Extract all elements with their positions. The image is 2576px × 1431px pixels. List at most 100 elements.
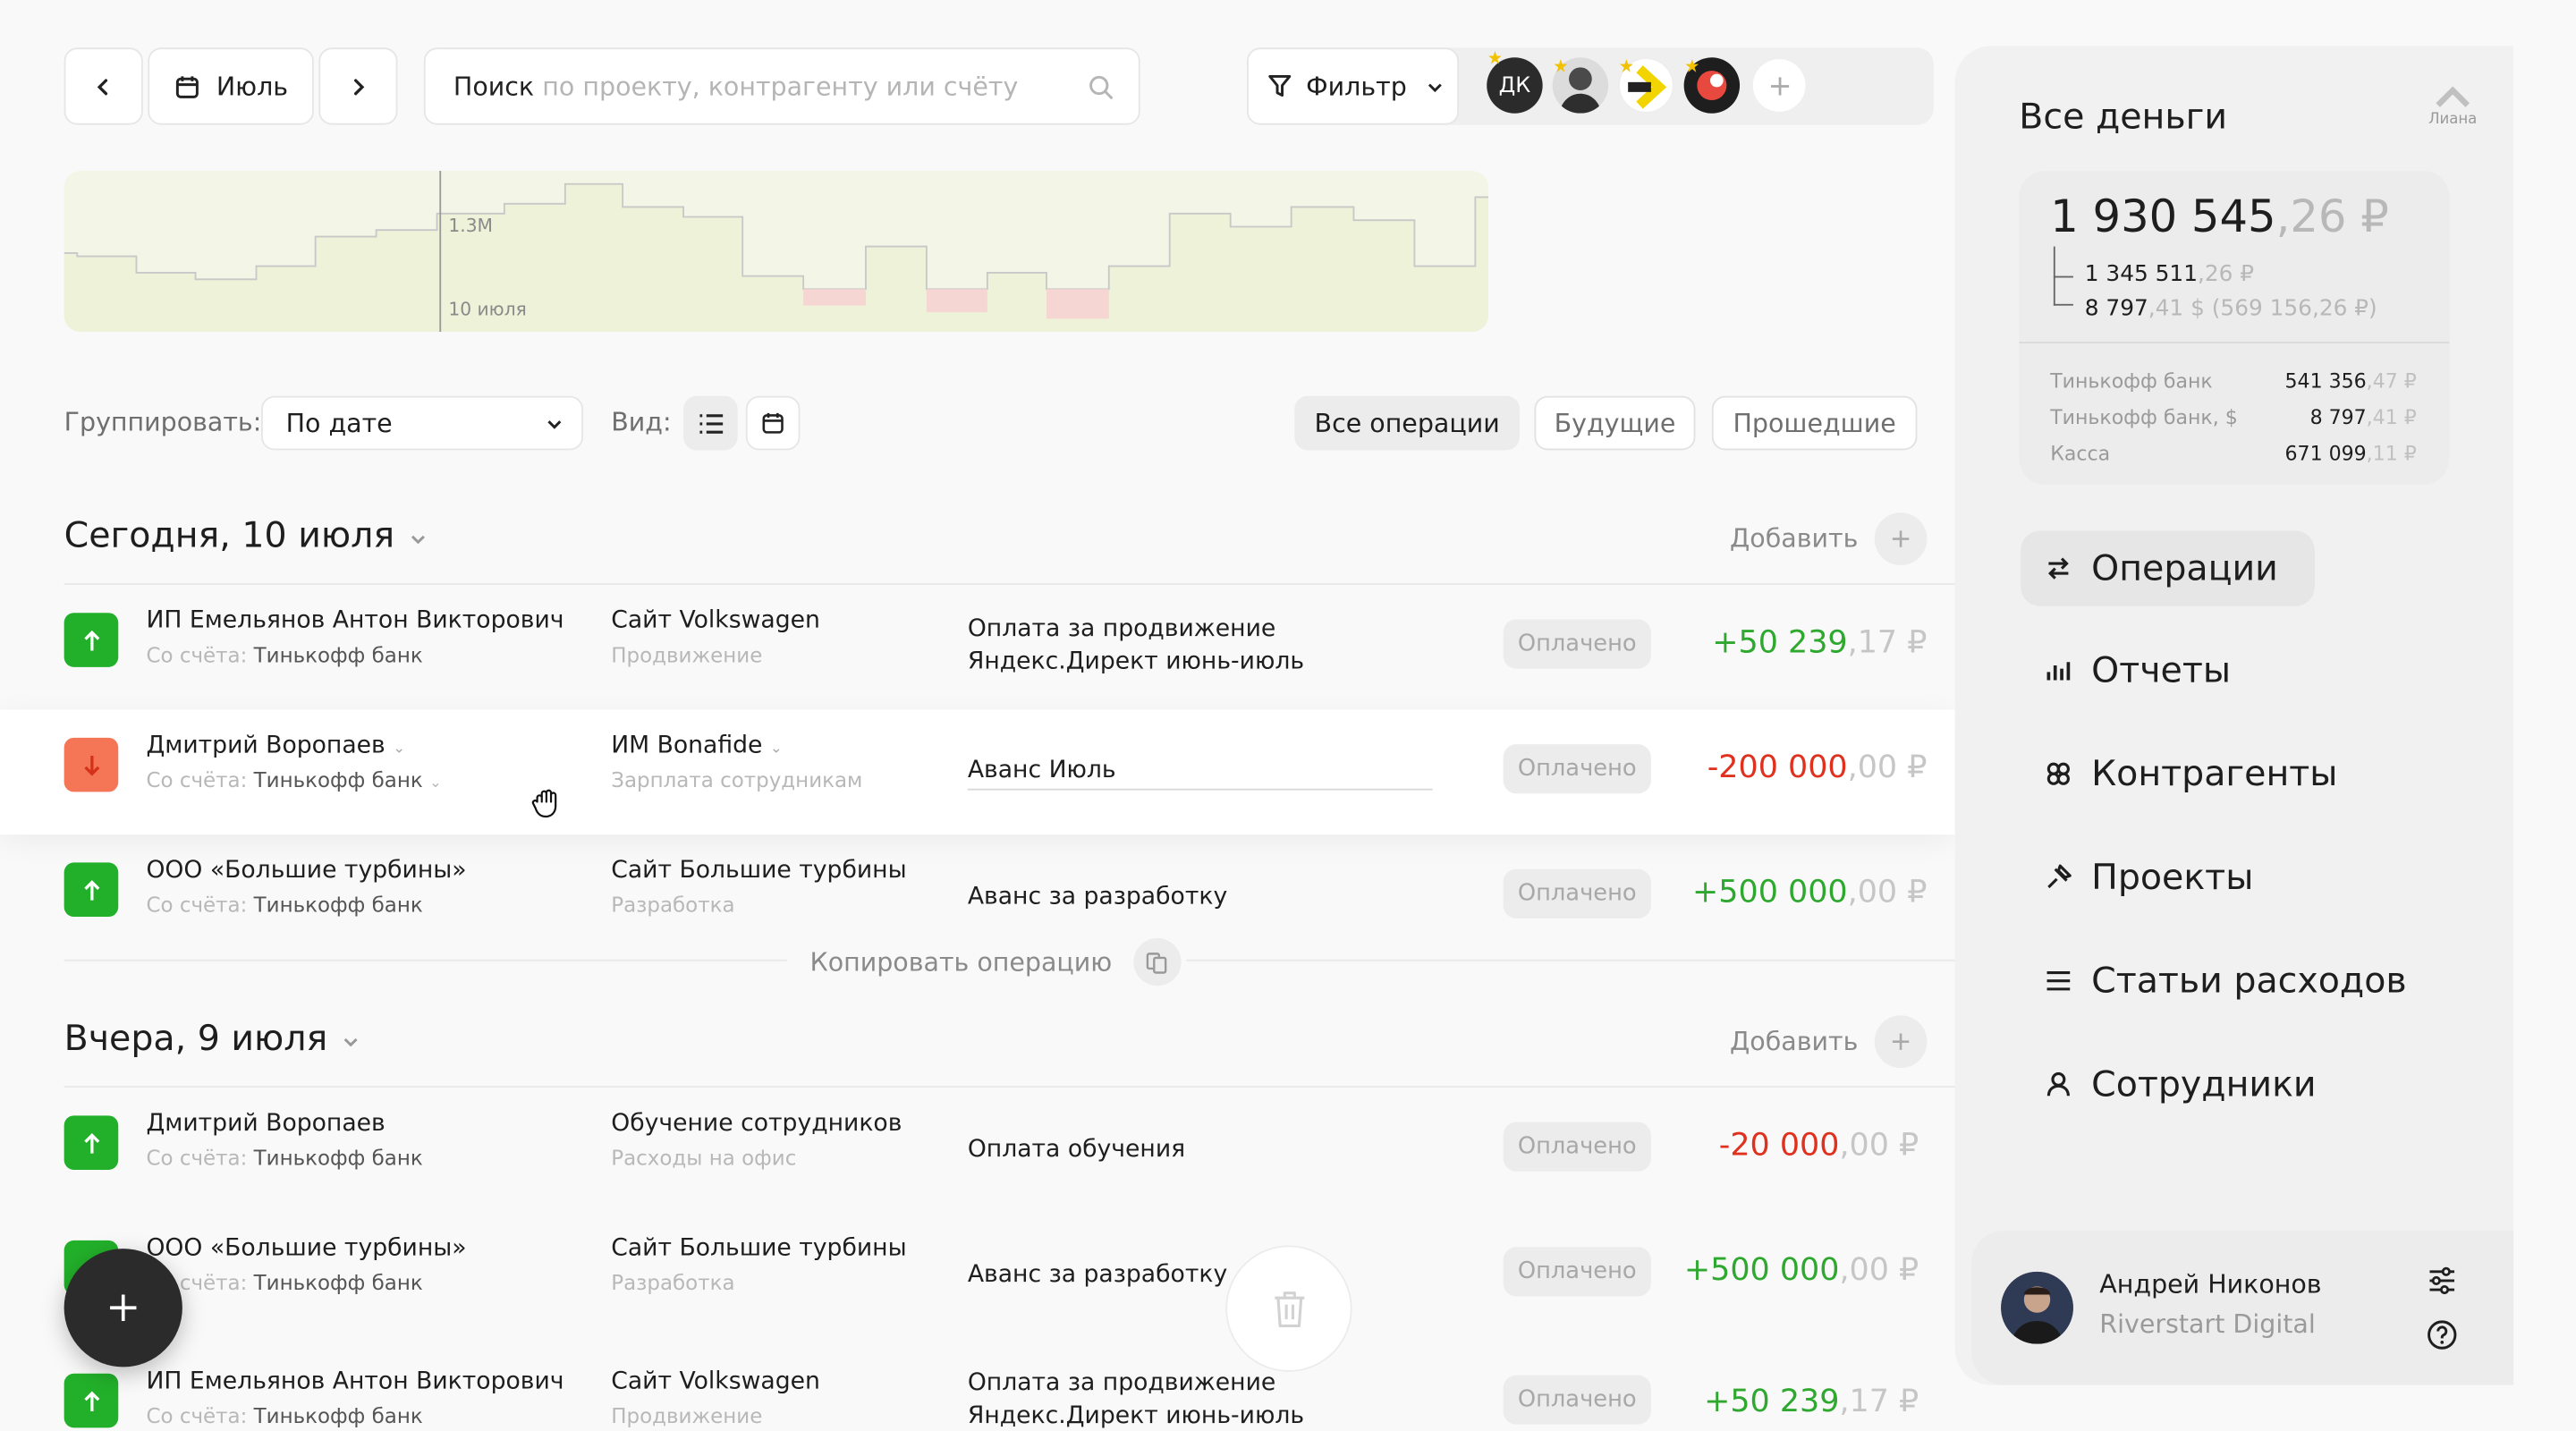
search-input[interactable]: Поиск по проекту, контрагенту или счёту — [423, 47, 1140, 125]
tab-label: Все операции — [1314, 408, 1500, 438]
amount-cents: ,00 ₽ — [1847, 874, 1928, 910]
chevron-right-icon — [353, 78, 365, 95]
sub-balance-usd: 8 797,41 $ (569 156,26 ₽) — [2085, 296, 2377, 322]
accounts-list: Тинькофф банк 541 356,47 ₽ Тинькофф банк,… — [2050, 363, 2417, 471]
operation-row-hovered[interactable]: Дмитрий Воропаев ⌄ Со счёта: Тинькофф ба… — [0, 709, 1955, 835]
list-view-button[interactable] — [683, 395, 738, 451]
status-badge: Оплачено — [1503, 868, 1651, 919]
operation-row[interactable]: ИП Емельянов Антон Викторович Со счёта: … — [0, 585, 1955, 710]
balance-chart[interactable]: 1.3M 10 июля — [64, 171, 1489, 333]
category-name: Разработка — [611, 1270, 735, 1295]
add-operation-today[interactable]: Добавить — [1730, 512, 1928, 565]
amount-main: +500 000 — [1692, 874, 1848, 910]
sidebar-item-employees[interactable]: Сотрудники — [2021, 1046, 2317, 1122]
account-name: Тинькофф банк, $ — [2050, 405, 2238, 429]
description-line: Яндекс.Директ июнь-июль — [967, 1402, 1305, 1430]
account-line: Со счёта: Тинькофф банк — [146, 642, 422, 667]
settings-sliders-icon[interactable] — [2428, 1266, 2456, 1295]
project-dropdown[interactable]: ИМ Bonafide ⌄ — [611, 732, 783, 758]
group-by-select[interactable]: По дате — [261, 395, 584, 451]
sub-cents: ,26 ₽ — [2197, 261, 2255, 288]
search-label: Поиск — [453, 71, 535, 101]
amount-cents: ,17 ₽ — [1847, 624, 1928, 661]
group-header-yesterday[interactable]: Вчера, 9 июля — [64, 1019, 360, 1060]
add-user-button[interactable] — [1752, 59, 1806, 112]
sub-main: 8 797 — [2084, 295, 2148, 323]
chevron-down-icon: ⌄ — [393, 741, 406, 758]
copy-operation-button[interactable]: Копировать операцию — [809, 937, 1182, 986]
tab-label: Прошедшие — [1733, 408, 1896, 438]
account-line: Со счёта: Тинькофф банк — [146, 892, 422, 917]
sidebar-item-label: Операции — [2091, 547, 2278, 589]
chevron-down-icon — [344, 1037, 359, 1047]
help-icon[interactable] — [2427, 1319, 2458, 1351]
status-badge: Оплачено — [1503, 619, 1651, 669]
account-name: Тинькофф банк — [253, 1402, 423, 1428]
account-line: Со счёта: Тинькофф банк — [146, 1145, 422, 1170]
sidebar-item-label: Проекты — [2091, 856, 2254, 898]
avatar-dk[interactable]: ДК — [1487, 57, 1543, 114]
clover-icon — [2046, 762, 2070, 785]
sidebar-title: Все деньги — [2019, 97, 2228, 139]
trash-icon — [1274, 1291, 1304, 1327]
user-card[interactable]: Андрей Никонов Riverstart Digital — [1971, 1230, 2514, 1385]
amount: +50 239,17 ₽ — [1712, 624, 1927, 660]
tab-all-operations[interactable]: Все операции — [1294, 395, 1520, 451]
sidebar-item-projects[interactable]: Проекты — [2021, 840, 2253, 916]
account-line: Со счёта: Тинькофф банк — [146, 1270, 422, 1295]
tree-line — [2053, 275, 2073, 278]
account-main: 671 099 — [2284, 442, 2367, 465]
description: Оплата за продвижение Яндекс.Директ июнь-… — [968, 613, 1304, 678]
account-cents: ,11 ₽ — [2366, 442, 2417, 465]
filter-button[interactable]: Фильтр — [1247, 47, 1459, 125]
account-line[interactable]: Со счёта: Тинькофф банк ⌄ — [146, 767, 441, 792]
description: Оплата за продвижение Яндекс.Директ июнь-… — [968, 1367, 1304, 1431]
amount-cents: ,00 ₽ — [1839, 1251, 1919, 1289]
account-name: Касса — [2050, 442, 2111, 465]
add-operation-fab[interactable] — [64, 1249, 182, 1367]
counterparty-name-dropdown[interactable]: Дмитрий Воропаев ⌄ — [146, 732, 405, 758]
operation-row[interactable]: ООО «Большие турбины» Со счёта: Тинькофф… — [0, 1213, 1955, 1338]
delete-drop-zone[interactable] — [1225, 1245, 1352, 1372]
account-main: 541 356 — [2284, 369, 2367, 394]
next-month-button[interactable] — [318, 47, 398, 125]
plus-icon — [1874, 512, 1928, 565]
sidebar-item-expense-items[interactable]: Статьи расходов — [2021, 943, 2407, 1019]
plus-icon — [110, 1294, 137, 1321]
status-badge: Оплачено — [1503, 1122, 1651, 1172]
description-input[interactable]: Аванс Июль — [967, 754, 1433, 791]
amount[interactable]: -200 000,00 ₽ — [1707, 749, 1928, 785]
search-icon[interactable] — [1088, 74, 1114, 100]
collapse-button[interactable]: Лиана — [2421, 86, 2484, 128]
project-name: Обучение сотрудников — [611, 1110, 902, 1138]
prev-month-button[interactable] — [64, 47, 143, 125]
divider — [2019, 342, 2450, 343]
project-name: Сайт Volkswagen — [611, 1368, 820, 1395]
balance-card[interactable]: 1 930 545,26 ₽ 1 345 511,26 ₽ 8 797,41 $… — [2019, 171, 2450, 485]
sidebar-item-counterparties[interactable]: Контрагенты — [2021, 736, 2337, 812]
add-operation-yesterday[interactable]: Добавить — [1730, 1015, 1928, 1069]
amount-cents: ,00 ₽ — [1839, 1127, 1919, 1164]
person-icon — [2046, 1071, 2070, 1097]
operation-row[interactable]: ИП Емельянов Антон Викторович Со счёта: … — [0, 1337, 1955, 1431]
filter-label: Фильтр — [1306, 71, 1407, 101]
avatar-initials: ДК — [1498, 72, 1531, 98]
project-name: Сайт Большие турбины — [611, 1235, 907, 1262]
calendar-view-button[interactable] — [745, 395, 801, 451]
view-label: Вид: — [611, 407, 672, 437]
amount-main: +50 239 — [1712, 624, 1848, 661]
month-picker-button[interactable]: Июль — [148, 47, 314, 125]
pin-icon — [2047, 864, 2072, 889]
sidebar-item-operations[interactable]: Операции — [2021, 530, 2315, 606]
account-row: Касса 671 099,11 ₽ — [2050, 436, 2417, 471]
month-label: Июль — [216, 71, 289, 101]
app-root: Июль Поиск по проекту, контрагенту или с… — [0, 0, 2576, 1431]
avatar — [2001, 1271, 2073, 1344]
group-header-today[interactable]: Сегодня, 10 июля — [64, 516, 428, 557]
tab-future[interactable]: Будущие — [1534, 395, 1696, 451]
operation-row[interactable]: Дмитрий Воропаев Со счёта: Тинькофф банк… — [0, 1088, 1955, 1213]
account-line: Со счёта: Тинькофф банк — [146, 1403, 422, 1428]
add-label: Добавить — [1730, 524, 1859, 555]
sidebar-item-reports[interactable]: Отчеты — [2021, 632, 2231, 708]
tab-past[interactable]: Прошедшие — [1711, 395, 1918, 451]
